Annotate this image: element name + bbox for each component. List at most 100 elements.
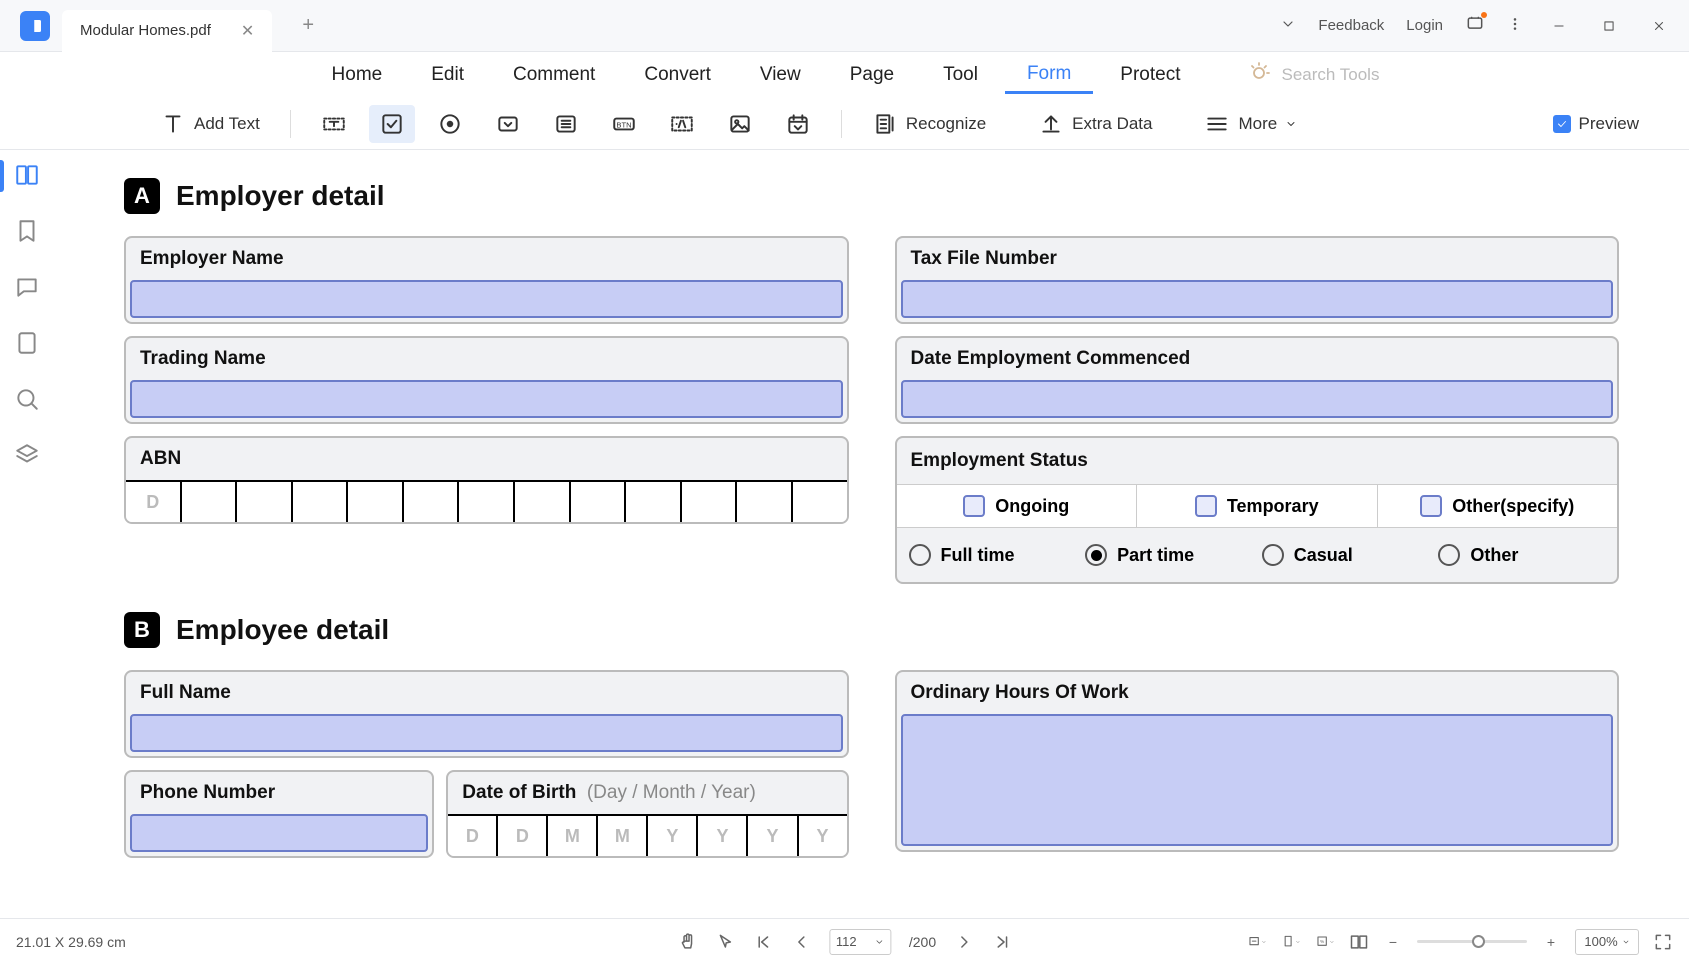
next-page-icon[interactable] [954,932,974,952]
select-tool-icon[interactable] [715,932,735,952]
fit-page-icon[interactable] [1281,932,1301,952]
new-tab-button[interactable]: + [302,14,314,37]
radio-fulltime[interactable]: Full time [909,544,1076,566]
feedback-link[interactable]: Feedback [1318,17,1384,34]
prev-page-icon[interactable] [791,932,811,952]
checkbox-tool[interactable] [369,105,415,143]
first-page-icon[interactable] [753,932,773,952]
minimize-button[interactable] [1545,12,1573,40]
attachment-icon[interactable] [14,330,40,356]
tax-file-input[interactable] [901,280,1614,318]
image-icon [727,111,753,137]
full-name-field: Full Name [124,670,849,758]
phone-input[interactable] [130,814,428,852]
signature-tool[interactable] [659,105,705,143]
menu-page[interactable]: Page [828,58,916,92]
left-sidebar [0,150,54,468]
trading-name-field: Trading Name [124,336,849,424]
menu-home[interactable]: Home [310,58,405,92]
menu-form[interactable]: Form [1005,57,1093,94]
kebab-menu-icon[interactable] [1507,16,1523,36]
text-field-icon [321,111,347,137]
fit-width-icon[interactable] [1247,932,1267,952]
radio-tool[interactable] [427,105,473,143]
dob-boxes[interactable]: DDMMYYYY [446,814,848,858]
button-icon: BTN [611,111,637,137]
recognize-icon [872,111,898,137]
list-tool[interactable] [543,105,589,143]
tab-title: Modular Homes.pdf [80,22,211,39]
menu-edit[interactable]: Edit [409,58,486,92]
bookmark-icon[interactable] [14,218,40,244]
close-tab-icon[interactable]: ✕ [241,21,254,41]
date-commenced-input[interactable] [901,380,1614,418]
hours-field: Ordinary Hours Of Work [895,670,1620,852]
notification-icon[interactable] [1465,14,1485,38]
search-placeholder: Search Tools [1281,65,1379,85]
zoom-value[interactable]: 100% [1575,929,1639,955]
section-b-header: B Employee detail [124,612,1619,648]
radio-icon [909,544,931,566]
close-window-button[interactable] [1645,12,1673,40]
zoom-out-icon[interactable]: − [1383,932,1403,952]
search-tools[interactable]: Search Tools [1247,61,1379,90]
comment-icon[interactable] [14,274,40,300]
page-dimensions: 21.01 X 29.69 cm [16,934,126,950]
zoom-in-icon[interactable]: + [1541,932,1561,952]
page-number-input[interactable]: 112 [829,929,891,955]
signature-icon [669,111,695,137]
radio-other[interactable]: Other [1438,544,1605,566]
checkbox-icon [963,495,985,517]
text-icon [160,111,186,137]
svg-text:%: % [1320,939,1325,945]
more-icon [1204,111,1230,137]
radio-icon [1438,544,1460,566]
view-mode-icon[interactable]: % [1315,932,1335,952]
svg-text:BTN: BTN [616,120,631,129]
chevron-down-icon[interactable] [1280,16,1296,36]
last-page-icon[interactable] [992,932,1012,952]
more-button[interactable]: More [1194,105,1307,143]
checkbox-icon [1195,495,1217,517]
status-ongoing[interactable]: Ongoing [897,485,1138,527]
abn-boxes[interactable]: D [124,480,849,524]
checkbox-icon [1420,495,1442,517]
document-tab[interactable]: Modular Homes.pdf ✕ [62,10,272,52]
two-page-icon[interactable] [1349,932,1369,952]
menu-comment[interactable]: Comment [491,58,617,92]
trading-name-input[interactable] [130,380,843,418]
full-name-input[interactable] [130,714,843,752]
recognize-button[interactable]: Recognize [862,105,996,143]
dropdown-tool[interactable] [485,105,531,143]
menu-protect[interactable]: Protect [1098,58,1202,92]
search-icon[interactable] [14,386,40,412]
date-icon [785,111,811,137]
date-tool[interactable] [775,105,821,143]
extra-data-button[interactable]: Extra Data [1028,105,1162,143]
zoom-slider[interactable] [1417,940,1527,943]
menu-tool[interactable]: Tool [921,58,1000,92]
fullscreen-icon[interactable] [1653,932,1673,952]
text-field-tool[interactable] [311,105,357,143]
tax-file-field: Tax File Number [895,236,1620,324]
radio-casual[interactable]: Casual [1262,544,1429,566]
button-tool[interactable]: BTN [601,105,647,143]
login-link[interactable]: Login [1406,17,1443,34]
radio-parttime[interactable]: Part time [1085,544,1252,566]
hours-input[interactable] [901,714,1614,846]
status-other[interactable]: Other(specify) [1378,485,1618,527]
add-text-button[interactable]: Add Text [150,105,270,143]
employment-status-field: Employment Status Ongoing Temporary Othe… [895,436,1620,584]
menu-view[interactable]: View [738,58,823,92]
employer-name-input[interactable] [130,280,843,318]
layers-icon[interactable] [14,442,40,468]
maximize-button[interactable] [1595,12,1623,40]
menu-bar: Home Edit Comment Convert View Page Tool… [0,52,1689,98]
preview-toggle[interactable]: Preview [1543,108,1649,140]
thumbnails-icon[interactable] [14,162,40,188]
hand-tool-icon[interactable] [677,932,697,952]
status-temporary[interactable]: Temporary [1137,485,1378,527]
image-tool[interactable] [717,105,763,143]
menu-convert[interactable]: Convert [622,58,733,92]
phone-field: Phone Number [124,770,434,858]
